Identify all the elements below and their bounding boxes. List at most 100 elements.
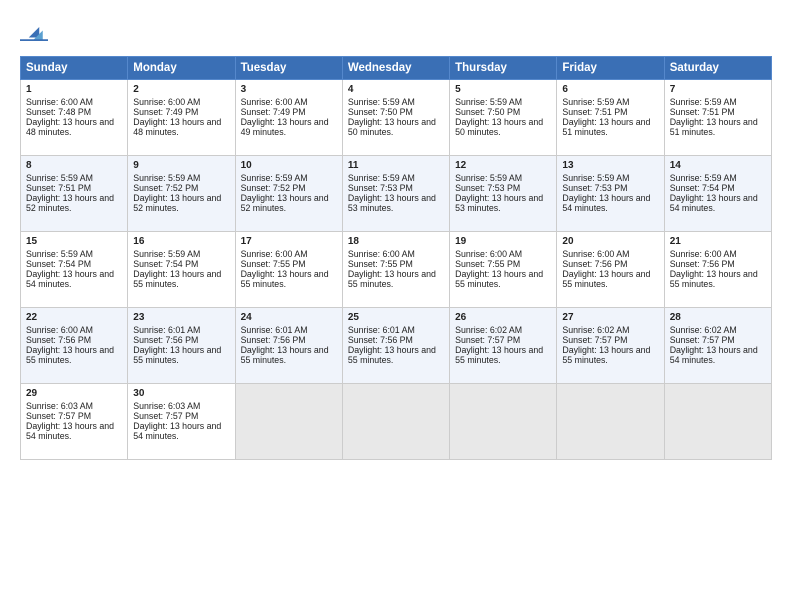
day-number: 25 <box>348 312 444 323</box>
calendar-cell <box>664 384 771 460</box>
day-number: 10 <box>241 160 337 171</box>
sunrise-text: Sunrise: 5:59 AM <box>455 173 551 183</box>
sunrise-text: Sunrise: 6:01 AM <box>241 325 337 335</box>
calendar-cell: 21Sunrise: 6:00 AMSunset: 7:56 PMDayligh… <box>664 232 771 308</box>
sunset-text: Sunset: 7:51 PM <box>26 183 122 193</box>
sunset-text: Sunset: 7:49 PM <box>241 107 337 117</box>
day-number: 19 <box>455 236 551 247</box>
sunrise-text: Sunrise: 6:00 AM <box>455 249 551 259</box>
calendar-cell <box>557 384 664 460</box>
sunrise-text: Sunrise: 6:00 AM <box>241 249 337 259</box>
sunrise-text: Sunrise: 5:59 AM <box>26 249 122 259</box>
calendar-header-row: SundayMondayTuesdayWednesdayThursdayFrid… <box>21 57 772 80</box>
calendar-cell: 20Sunrise: 6:00 AMSunset: 7:56 PMDayligh… <box>557 232 664 308</box>
sunrise-text: Sunrise: 6:00 AM <box>26 325 122 335</box>
daylight-text: Daylight: 13 hours and 54 minutes. <box>26 421 122 441</box>
calendar-cell: 28Sunrise: 6:02 AMSunset: 7:57 PMDayligh… <box>664 308 771 384</box>
day-number: 7 <box>670 84 766 95</box>
day-number: 26 <box>455 312 551 323</box>
daylight-text: Daylight: 13 hours and 55 minutes. <box>455 345 551 365</box>
daylight-text: Daylight: 13 hours and 52 minutes. <box>26 193 122 213</box>
calendar-cell: 2Sunrise: 6:00 AMSunset: 7:49 PMDaylight… <box>128 80 235 156</box>
calendar-cell: 8Sunrise: 5:59 AMSunset: 7:51 PMDaylight… <box>21 156 128 232</box>
calendar-cell: 9Sunrise: 5:59 AMSunset: 7:52 PMDaylight… <box>128 156 235 232</box>
sunset-text: Sunset: 7:49 PM <box>133 107 229 117</box>
calendar-cell: 27Sunrise: 6:02 AMSunset: 7:57 PMDayligh… <box>557 308 664 384</box>
daylight-text: Daylight: 13 hours and 50 minutes. <box>455 117 551 137</box>
sunrise-text: Sunrise: 5:59 AM <box>562 173 658 183</box>
daylight-text: Daylight: 13 hours and 54 minutes. <box>26 269 122 289</box>
sunset-text: Sunset: 7:51 PM <box>562 107 658 117</box>
calendar-cell <box>235 384 342 460</box>
sunrise-text: Sunrise: 6:02 AM <box>670 325 766 335</box>
daylight-text: Daylight: 13 hours and 51 minutes. <box>562 117 658 137</box>
daylight-text: Daylight: 13 hours and 53 minutes. <box>348 193 444 213</box>
calendar-week-3: 15Sunrise: 5:59 AMSunset: 7:54 PMDayligh… <box>21 232 772 308</box>
sunset-text: Sunset: 7:50 PM <box>455 107 551 117</box>
sunset-text: Sunset: 7:56 PM <box>241 335 337 345</box>
calendar-cell: 17Sunrise: 6:00 AMSunset: 7:55 PMDayligh… <box>235 232 342 308</box>
sunset-text: Sunset: 7:54 PM <box>670 183 766 193</box>
calendar-week-5: 29Sunrise: 6:03 AMSunset: 7:57 PMDayligh… <box>21 384 772 460</box>
sunrise-text: Sunrise: 5:59 AM <box>455 97 551 107</box>
day-number: 9 <box>133 160 229 171</box>
calendar-cell: 22Sunrise: 6:00 AMSunset: 7:56 PMDayligh… <box>21 308 128 384</box>
sunset-text: Sunset: 7:56 PM <box>562 259 658 269</box>
sunset-text: Sunset: 7:54 PM <box>133 259 229 269</box>
sunrise-text: Sunrise: 5:59 AM <box>562 97 658 107</box>
calendar-cell: 25Sunrise: 6:01 AMSunset: 7:56 PMDayligh… <box>342 308 449 384</box>
daylight-text: Daylight: 13 hours and 54 minutes. <box>133 421 229 441</box>
calendar-cell: 5Sunrise: 5:59 AMSunset: 7:50 PMDaylight… <box>450 80 557 156</box>
day-number: 22 <box>26 312 122 323</box>
sunrise-text: Sunrise: 6:00 AM <box>670 249 766 259</box>
day-number: 23 <box>133 312 229 323</box>
day-number: 29 <box>26 388 122 399</box>
day-number: 13 <box>562 160 658 171</box>
calendar-cell: 19Sunrise: 6:00 AMSunset: 7:55 PMDayligh… <box>450 232 557 308</box>
calendar-week-4: 22Sunrise: 6:00 AMSunset: 7:56 PMDayligh… <box>21 308 772 384</box>
day-number: 3 <box>241 84 337 95</box>
daylight-text: Daylight: 13 hours and 55 minutes. <box>670 269 766 289</box>
daylight-text: Daylight: 13 hours and 55 minutes. <box>562 269 658 289</box>
calendar-cell <box>450 384 557 460</box>
sunset-text: Sunset: 7:55 PM <box>455 259 551 269</box>
calendar-cell: 6Sunrise: 5:59 AMSunset: 7:51 PMDaylight… <box>557 80 664 156</box>
daylight-text: Daylight: 13 hours and 55 minutes. <box>348 345 444 365</box>
sunrise-text: Sunrise: 6:01 AM <box>348 325 444 335</box>
sunrise-text: Sunrise: 5:59 AM <box>133 249 229 259</box>
calendar-cell: 11Sunrise: 5:59 AMSunset: 7:53 PMDayligh… <box>342 156 449 232</box>
sunset-text: Sunset: 7:57 PM <box>455 335 551 345</box>
daylight-text: Daylight: 13 hours and 55 minutes. <box>133 269 229 289</box>
calendar-page: SundayMondayTuesdayWednesdayThursdayFrid… <box>0 0 792 612</box>
day-number: 28 <box>670 312 766 323</box>
header-friday: Friday <box>557 57 664 80</box>
header-sunday: Sunday <box>21 57 128 80</box>
day-number: 27 <box>562 312 658 323</box>
daylight-text: Daylight: 13 hours and 55 minutes. <box>241 345 337 365</box>
calendar-cell: 7Sunrise: 5:59 AMSunset: 7:51 PMDaylight… <box>664 80 771 156</box>
daylight-text: Daylight: 13 hours and 48 minutes. <box>26 117 122 137</box>
daylight-text: Daylight: 13 hours and 54 minutes. <box>670 193 766 213</box>
calendar-cell: 23Sunrise: 6:01 AMSunset: 7:56 PMDayligh… <box>128 308 235 384</box>
day-number: 4 <box>348 84 444 95</box>
calendar-cell: 24Sunrise: 6:01 AMSunset: 7:56 PMDayligh… <box>235 308 342 384</box>
day-number: 20 <box>562 236 658 247</box>
daylight-text: Daylight: 13 hours and 55 minutes. <box>562 345 658 365</box>
sunrise-text: Sunrise: 6:03 AM <box>26 401 122 411</box>
header-thursday: Thursday <box>450 57 557 80</box>
sunset-text: Sunset: 7:56 PM <box>26 335 122 345</box>
sunset-text: Sunset: 7:48 PM <box>26 107 122 117</box>
sunset-text: Sunset: 7:56 PM <box>670 259 766 269</box>
header-saturday: Saturday <box>664 57 771 80</box>
sunrise-text: Sunrise: 5:59 AM <box>26 173 122 183</box>
day-number: 15 <box>26 236 122 247</box>
sunset-text: Sunset: 7:57 PM <box>133 411 229 421</box>
calendar-table: SundayMondayTuesdayWednesdayThursdayFrid… <box>20 56 772 460</box>
sunrise-text: Sunrise: 6:03 AM <box>133 401 229 411</box>
day-number: 16 <box>133 236 229 247</box>
calendar-cell: 3Sunrise: 6:00 AMSunset: 7:49 PMDaylight… <box>235 80 342 156</box>
sunset-text: Sunset: 7:54 PM <box>26 259 122 269</box>
sunrise-text: Sunrise: 6:00 AM <box>133 97 229 107</box>
daylight-text: Daylight: 13 hours and 48 minutes. <box>133 117 229 137</box>
sunset-text: Sunset: 7:53 PM <box>455 183 551 193</box>
